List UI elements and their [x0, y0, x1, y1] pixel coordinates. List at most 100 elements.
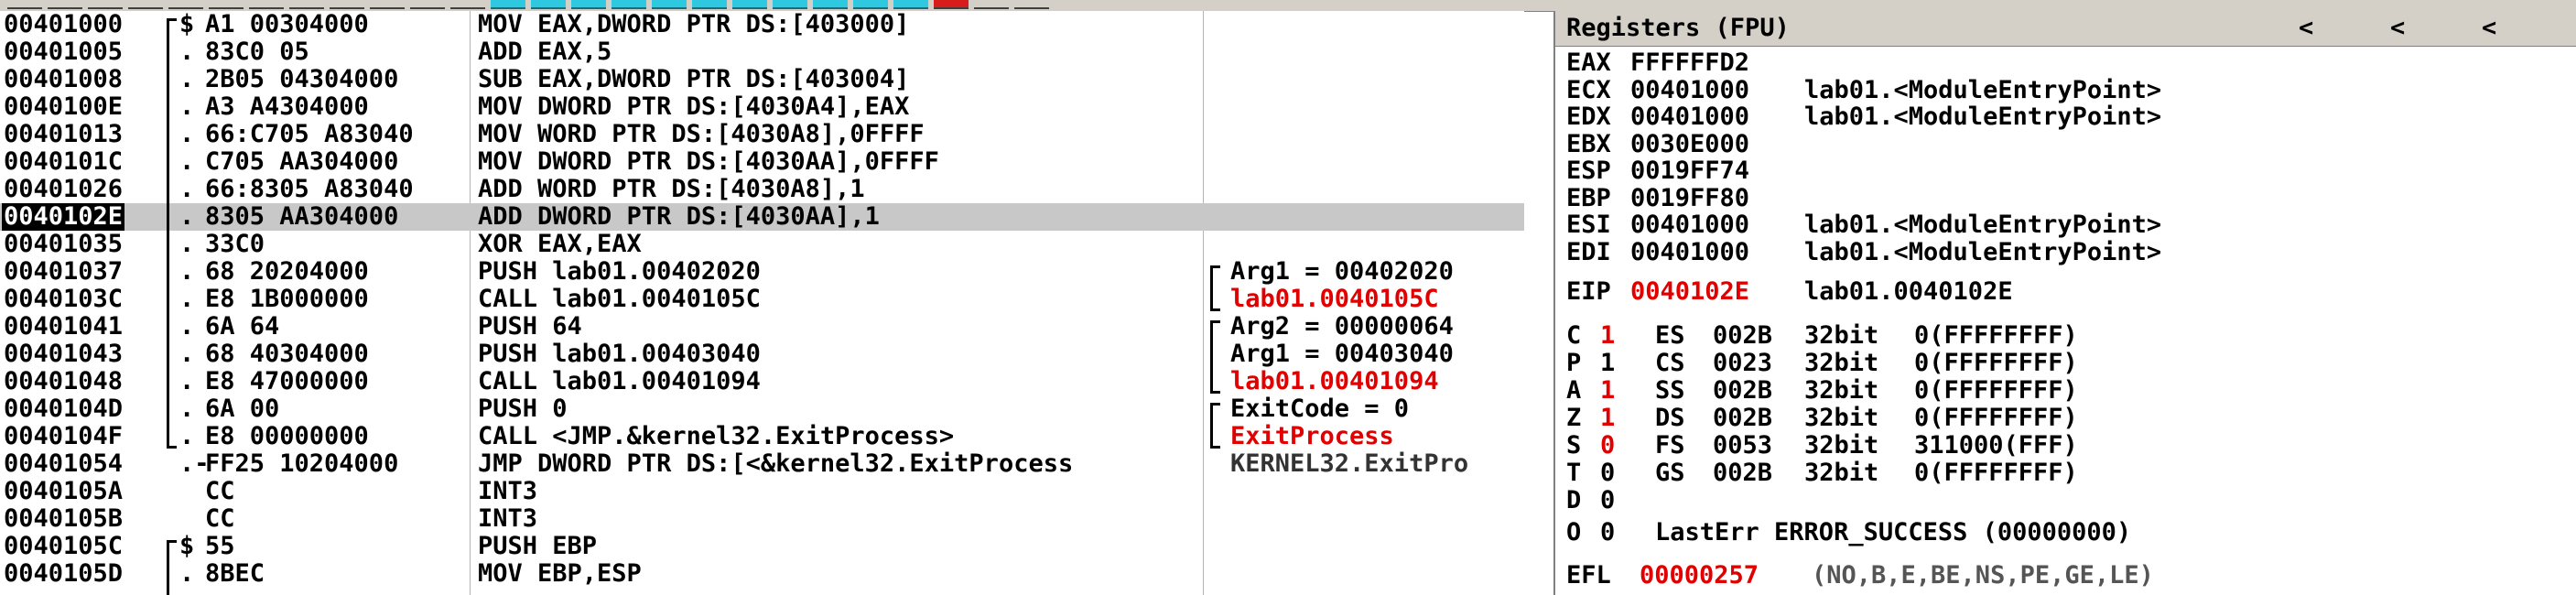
toolbar-button[interactable]	[330, 0, 364, 9]
register-value: 00401000	[1630, 103, 1750, 131]
flow-marker: $	[179, 11, 195, 38]
toolbar-button[interactable]	[1014, 0, 1049, 9]
instruction-text: PUSH lab01.00402020	[478, 258, 761, 286]
flag-value: 1	[1600, 349, 1616, 377]
instruction-row[interactable]: 00401008. 2B05 04304000 SUB EAX,DWORD PTR …	[0, 66, 1524, 93]
procedure-bracket	[167, 540, 177, 595]
scroll-left-arrow[interactable]: <	[2299, 15, 2313, 42]
flow-marker: .	[179, 202, 195, 231]
instruction-row[interactable]: 0040100E. A3 A4304000 MOV DWORD PTR DS:[40…	[0, 93, 1524, 121]
toolbar-button[interactable]	[491, 0, 525, 9]
flag-name: Z	[1566, 404, 1582, 432]
toolbar-button[interactable]	[692, 0, 727, 9]
instruction-bytes: C705 AA304000	[205, 148, 399, 176]
register-annotation: lab01.<ModuleEntryPoint>	[1804, 75, 2162, 104]
instruction-row[interactable]: 0040105C $55 PUSH EBP	[0, 533, 1524, 560]
flow-marker: .	[179, 367, 195, 395]
toolbar-button[interactable]	[934, 0, 969, 9]
toolbar-button[interactable]	[410, 0, 445, 9]
instruction-comment: ExitProcess	[1230, 423, 1394, 450]
instruction-row[interactable]: 0040105A CC INT3	[0, 478, 1524, 505]
instruction-row[interactable]: 0040104D. 6A 00 PUSH 0 ExitCode = 0	[0, 395, 1524, 423]
instruction-address: 0040105C	[4, 532, 124, 560]
toolbar-button[interactable]	[893, 0, 928, 9]
instruction-row[interactable]: 00401054 .- FF25 10204000 JMP DWORD PTR DS:…	[0, 450, 1524, 478]
selected-instruction-row[interactable]: 0040102E. 8305 AA304000 ADD DWORD PTR DS:[…	[0, 203, 1524, 231]
flow-marker: .	[179, 92, 195, 121]
instruction-text: PUSH 64	[478, 313, 582, 341]
register-value: 00000257	[1640, 561, 1759, 590]
toolbar-button[interactable]	[450, 0, 485, 9]
disassembly-pane[interactable]: 00401000 $ A1 00304000 MOV EAX,DWORD PTR DS…	[0, 11, 1524, 595]
toolbar-button[interactable]	[732, 0, 767, 9]
instruction-text: XOR EAX,EAX	[478, 231, 642, 258]
instruction-row[interactable]: 00401048. E8 47000000 CALL lab01.00401094 l…	[0, 368, 1524, 395]
instruction-bytes: 33C0	[205, 231, 265, 258]
toolbar-button[interactable]	[7, 0, 42, 9]
toolbar-button[interactable]	[531, 0, 566, 9]
flow-marker: .	[179, 38, 195, 66]
toolbar-button[interactable]	[370, 0, 405, 9]
toolbar-button[interactable]	[128, 0, 163, 9]
instruction-row[interactable]: 0040101C. C705 AA304000 MOV DWORD PTR DS:[…	[0, 148, 1524, 176]
instruction-address: 0040105D	[4, 559, 124, 588]
toolbar-button[interactable]	[773, 0, 807, 9]
instruction-row[interactable]: 00401043. 68 40304000 PUSH lab01.00403040 A…	[0, 341, 1524, 368]
instruction-bytes: 68 40304000	[205, 341, 369, 368]
instruction-bytes: 55	[205, 533, 235, 560]
toolbar-button[interactable]	[612, 0, 646, 9]
instruction-text: INT3	[478, 505, 538, 533]
instruction-row[interactable]: 00401026. 66:8305 A83040 ADD WORD PTR DS:[…	[0, 176, 1524, 203]
toolbar-button[interactable]	[48, 0, 82, 9]
instruction-row[interactable]: 00401000 $ A1 00304000 MOV EAX,DWORD PTR DS…	[0, 11, 1524, 38]
instruction-bytes: 2B05 04304000	[205, 66, 399, 93]
instruction-row[interactable]: 0040103C. E8 1B000000 CALL lab01.0040105C l…	[0, 286, 1524, 313]
segment-base: 311000(FFF)	[1914, 431, 2078, 460]
flag-name: S	[1566, 431, 1582, 460]
flow-marker: .	[179, 175, 195, 203]
scroll-left-arrow[interactable]: <	[2482, 15, 2496, 42]
instruction-row[interactable]: 00401035. 33C0 XOR EAX,EAX	[0, 231, 1524, 258]
toolbar-button[interactable]	[168, 0, 203, 9]
scroll-left-arrow[interactable]: <	[2390, 15, 2405, 42]
instruction-address: 0040101C	[4, 147, 124, 176]
toolbar-button[interactable]	[652, 0, 687, 9]
register-annotation: lab01.<ModuleEntryPoint>	[1804, 103, 2162, 131]
flow-marker: .	[179, 120, 195, 148]
procedure-bracket	[167, 18, 177, 449]
toolbar-button[interactable]	[974, 0, 1009, 9]
registers-header[interactable]: Registers (FPU) < < <	[1555, 11, 2576, 47]
instruction-row[interactable]: 00401005. 83C0 05 ADD EAX,5	[0, 38, 1524, 66]
toolbar-button[interactable]	[853, 0, 888, 9]
instruction-row[interactable]: 00401041. 6A 64 PUSH 64 Arg2 = 00000064	[0, 313, 1524, 341]
flag-name: O	[1566, 518, 1582, 546]
toolbar-button[interactable]	[209, 0, 244, 9]
instruction-bytes: 8305 AA304000	[205, 203, 399, 231]
instruction-bytes: A3 A4304000	[205, 93, 369, 121]
register-value: 00401000	[1630, 237, 1750, 266]
register-annotation: lab01.<ModuleEntryPoint>	[1804, 237, 2162, 266]
instruction-row[interactable]: 0040105B CC INT3	[0, 505, 1524, 533]
instruction-row[interactable]: 00401013. 66:C705 A83040 MOV WORD PTR DS:[…	[0, 121, 1524, 148]
segment-bits: 32bit	[1804, 321, 1879, 350]
toolbar-button[interactable]	[289, 0, 324, 9]
registers-pane[interactable]: Registers (FPU) < < < EAX FFFFFFD2 ECX 0040…	[1553, 11, 2576, 595]
toolbar-button[interactable]	[571, 0, 606, 9]
instruction-address: 00401026	[4, 175, 124, 203]
flag-name: T	[1566, 459, 1582, 487]
toolbar-button[interactable]	[813, 0, 848, 9]
flow-marker: .	[179, 559, 195, 588]
segment-selector: 0023	[1713, 349, 1773, 377]
instruction-row[interactable]: 0040104F. E8 00000000 CALL <JMP.&kernel32.…	[0, 423, 1524, 450]
instruction-address: 00401041	[4, 312, 124, 341]
register-name: ESP	[1566, 157, 1611, 185]
instruction-address: 00401035	[4, 230, 124, 258]
instruction-bytes: 6A 64	[205, 313, 280, 341]
instruction-row[interactable]: 0040105D. 8BEC MOV EBP,ESP	[0, 560, 1524, 588]
toolbar-button[interactable]	[88, 0, 123, 9]
instruction-row[interactable]: 00401037. 68 20204000 PUSH lab01.00402020 A…	[0, 258, 1524, 286]
flag-name: D	[1566, 486, 1582, 514]
toolbar-button[interactable]	[249, 0, 284, 9]
flag-name: A	[1566, 376, 1582, 405]
segment-bits: 32bit	[1804, 376, 1879, 405]
